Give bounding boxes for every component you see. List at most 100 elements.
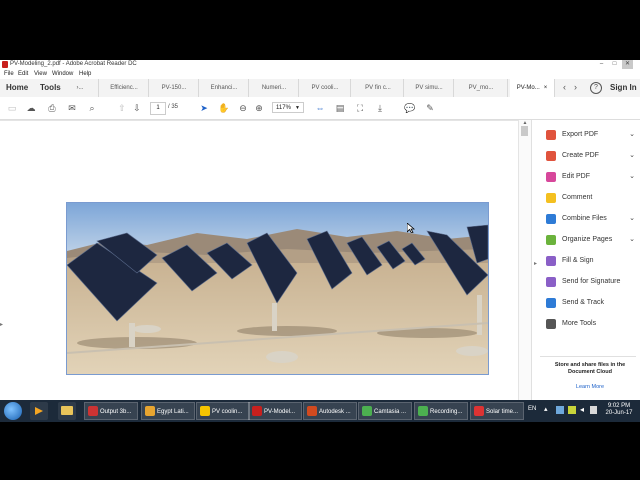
comment-icon[interactable]: 💬 [404, 102, 416, 114]
home-tab[interactable]: Home [6, 83, 28, 92]
learn-more-link[interactable]: Learn More [544, 384, 636, 390]
taskbar-item[interactable]: Output 3b... [84, 402, 138, 420]
print-icon[interactable]: ⎙ [46, 102, 58, 114]
tool-item-comment[interactable]: Comment [540, 191, 635, 205]
volume-icon[interactable]: ◂ [580, 405, 584, 414]
menu-window[interactable]: Window [52, 71, 73, 77]
document-tab[interactable]: PV-Mo... × [510, 79, 555, 97]
maximize-button[interactable]: □ [609, 60, 620, 69]
action-center-icon[interactable] [590, 406, 597, 414]
document-tab[interactable]: PV_mo... [455, 79, 508, 97]
tool-item-more-tools[interactable]: More Tools [540, 317, 635, 331]
document-tab[interactable]: Numeri... [250, 79, 299, 97]
menu-edit[interactable]: Edit [18, 71, 28, 77]
scroll-up-icon[interactable]: ▲ [521, 120, 529, 126]
download-icon[interactable]: ⤓ [374, 102, 386, 114]
close-window-button[interactable]: ✕ [622, 60, 633, 69]
document-tab-label: PV simu... [415, 85, 443, 91]
collapse-pane-icon[interactable]: ▸ [534, 260, 537, 267]
document-cloud-text: Store and share files in the Document Cl… [554, 362, 626, 375]
menu-file[interactable]: File [4, 71, 14, 77]
document-tab-label: Efficienc... [110, 85, 138, 91]
hand-tool-icon[interactable]: ✋ [218, 102, 230, 114]
document-tab[interactable]: PV cooli... [300, 79, 351, 97]
tray-up-arrow-icon[interactable]: ▴ [544, 405, 548, 413]
page-number-input[interactable]: 1 [150, 102, 166, 115]
cloud-upload-icon[interactable]: ☁ [25, 102, 37, 114]
document-tab[interactable]: ›... [62, 79, 99, 97]
chevron-down-icon[interactable]: ⌄ [629, 128, 635, 142]
select-cursor-icon[interactable]: ➤ [198, 102, 210, 114]
taskbar-item[interactable]: Solar time... [470, 402, 524, 420]
tool-icon [546, 277, 556, 287]
taskbar-app-icon [474, 406, 484, 417]
sign-in-button[interactable]: Sign In [610, 83, 637, 92]
tab-scroll-left-icon[interactable]: ‹ [563, 82, 566, 92]
taskbar-item[interactable]: Camtasia ... [358, 402, 412, 420]
language-indicator[interactable]: EN [528, 406, 536, 412]
taskbar-item[interactable]: PV coolin... [196, 402, 250, 420]
tool-item-create-pdf[interactable]: Create PDF ⌄ [540, 149, 635, 163]
toolbar: ▭ ☁ ⎙ ✉ ⌕ ⇧ ⇩ 1 / 35 ➤ ✋ ⊖ ⊕ 117% ▼ ⇔ ▤ … [0, 97, 640, 120]
network-icon[interactable] [556, 406, 564, 414]
taskbar-item[interactable]: Autodesk ... [303, 402, 357, 420]
chevron-down-icon[interactable]: ⌄ [629, 233, 635, 247]
vertical-scrollbar[interactable]: ▲ [518, 120, 531, 400]
page-view-icon[interactable]: ▤ [334, 102, 346, 114]
highlight-pen-icon[interactable]: ✎ [424, 102, 436, 114]
scrollbar-thumb[interactable] [521, 126, 528, 136]
chevron-down-icon[interactable]: ⌄ [629, 149, 635, 163]
email-icon[interactable]: ✉ [66, 102, 78, 114]
document-view[interactable]: ▸ [0, 120, 530, 401]
taskbar-app-icon [145, 406, 155, 417]
create-pdf-icon[interactable]: ▭ [6, 102, 18, 114]
left-panel-toggle-icon[interactable]: ▸ [0, 321, 3, 328]
search-icon[interactable]: ⌕ [86, 102, 98, 114]
document-tab[interactable]: PV fin c... [353, 79, 404, 97]
close-tab-icon[interactable]: × [544, 85, 548, 91]
taskbar-item-label: Autodesk ... [319, 409, 351, 415]
acrobat-app-icon [2, 61, 8, 68]
tool-item-combine-files[interactable]: Combine Files ⌄ [540, 212, 635, 226]
tool-item-edit-pdf[interactable]: Edit PDF ⌄ [540, 170, 635, 184]
taskbar-item[interactable]: Recording... [414, 402, 468, 420]
full-screen-icon[interactable]: ⛶ [354, 102, 366, 114]
next-page-icon[interactable]: ⇩ [131, 102, 143, 114]
tab-scroll-right-icon[interactable]: › [574, 82, 577, 92]
start-button[interactable] [4, 402, 22, 420]
taskbar-item[interactable]: PV-Model... [248, 402, 302, 420]
chevron-down-icon[interactable]: ⌄ [629, 170, 635, 184]
tool-item-label: Comment [562, 194, 593, 201]
document-tab[interactable]: Efficienc... [100, 79, 149, 97]
taskbar-clock[interactable]: 9:02 PM 20-Jun-17 [600, 403, 638, 417]
fit-width-icon[interactable]: ⇔ [314, 102, 326, 114]
tool-item-export-pdf[interactable]: Export PDF ⌄ [540, 128, 635, 142]
document-tab[interactable]: Enhanci... [200, 79, 249, 97]
tool-item-label: Combine Files [562, 215, 607, 222]
chevron-down-icon[interactable]: ⌄ [629, 212, 635, 226]
menu-help[interactable]: Help [79, 71, 91, 77]
tool-item-fill-sign[interactable]: Fill & Sign [540, 254, 635, 268]
tool-icon [546, 214, 556, 224]
taskbar-item-label: Output 3b... [100, 409, 132, 415]
document-tab[interactable]: PV-150... [150, 79, 199, 97]
document-tab[interactable]: PV simu... [405, 79, 454, 97]
menu-view[interactable]: View [34, 71, 47, 77]
previous-page-icon[interactable]: ⇧ [116, 102, 128, 114]
tool-item-organize-pages[interactable]: Organize Pages ⌄ [540, 233, 635, 247]
tool-item-label: Send for Signature [562, 278, 621, 285]
tool-item-label: Fill & Sign [562, 257, 594, 264]
zoom-level-select[interactable]: 117% ▼ [272, 102, 304, 113]
taskbar-item-label: PV-Model... [264, 409, 296, 415]
tool-item-label: Organize Pages [562, 236, 613, 243]
zoom-in-icon[interactable]: ⊕ [253, 102, 265, 114]
tool-item-send-track[interactable]: Send & Track [540, 296, 635, 310]
zoom-out-icon[interactable]: ⊖ [237, 102, 249, 114]
tools-tab[interactable]: Tools [40, 83, 61, 92]
help-icon[interactable]: ? [590, 82, 602, 94]
taskbar-item[interactable]: Egypt Lati... [141, 402, 195, 420]
battery-icon[interactable] [568, 406, 576, 414]
tool-item-send-for-signature[interactable]: Send for Signature [540, 275, 635, 289]
minimize-button[interactable]: – [596, 60, 607, 69]
pane-divider [540, 356, 636, 357]
